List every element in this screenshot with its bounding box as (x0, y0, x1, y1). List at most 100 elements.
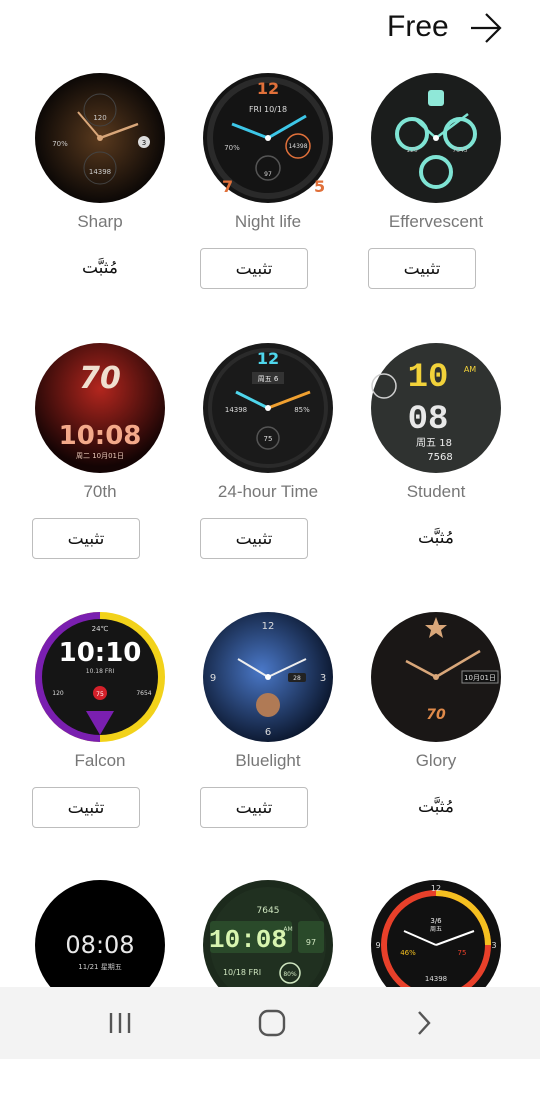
face-text: 10:08 (209, 925, 287, 955)
watch-face-card[interactable]: 12 7 5 FRI 10/18 70% 14398 97 Night life… (184, 72, 352, 312)
face-text: 7645 (257, 906, 280, 916)
face-text: 75 (264, 435, 273, 443)
face-text: 97 (306, 938, 316, 947)
watch-face-card[interactable]: 120 70% 3 14398 Sharp مُثبَّت (16, 72, 184, 312)
watch-face-preview[interactable]: 10 08 AM 周五 18 7568 (370, 342, 502, 474)
face-text: 08:08 (65, 931, 134, 959)
watch-face-name: Night life (234, 212, 302, 231)
face-text: 周二 10月01日 (76, 452, 124, 460)
watch-face-name: Sharp (77, 212, 123, 231)
install-button[interactable]: تثبيت (200, 787, 308, 828)
face-text: 70% (52, 140, 68, 148)
watch-face-preview[interactable]: 12 7 5 FRI 10/18 70% 14398 97 (202, 72, 334, 204)
recent-apps-icon (109, 1013, 131, 1033)
face-text: 14398 (288, 143, 307, 150)
face-text: AM (283, 926, 292, 933)
arrow-right-icon[interactable] (469, 12, 503, 44)
watch-face-card[interactable]: 10 08 AM 周五 18 7568 Student مُثبَّت (352, 342, 520, 582)
face-text: 周五 18 (416, 437, 452, 449)
watch-face-preview[interactable]: 12 3 6 9 28 (202, 611, 334, 743)
face-text: 12 (431, 884, 441, 893)
face-text: 75 (458, 949, 467, 957)
face-text: FRI 10/18 (249, 105, 287, 114)
face-text: 周五 6 (258, 375, 279, 383)
watch-face-preview[interactable]: 70 10:08 周二 10月01日 (34, 342, 166, 474)
face-text: 46% (400, 949, 416, 957)
face-text: 120 (93, 114, 106, 122)
watch-face-name: 70th (83, 482, 117, 501)
face-text: 10 (408, 359, 449, 397)
install-button[interactable]: تثبيت (32, 787, 140, 828)
install-button[interactable]: تثبيت (200, 248, 308, 289)
face-text: 70 (426, 707, 446, 723)
face-text: 97 (264, 171, 272, 178)
watch-face-name: Bluelight (235, 751, 301, 770)
face-text: 120 (52, 690, 64, 697)
face-text: 12 (257, 349, 279, 368)
face-text: 14398 (89, 168, 111, 176)
watch-face-card[interactable]: 120 7645 Effervescent تثبيت (352, 72, 520, 312)
watch-face-preview[interactable]: 10月01日 70 (370, 611, 502, 743)
install-button[interactable]: تثبيت (200, 518, 308, 559)
installed-label: مُثبَّت (417, 528, 455, 548)
watch-face-preview[interactable]: 120 7645 (370, 72, 502, 204)
face-text: 75 (96, 691, 104, 698)
watch-face-card[interactable]: 10月01日 70 Glory مُثبَّت (352, 611, 520, 851)
watch-face-card[interactable]: 70 10:08 周二 10月01日 70th تثبيت (16, 342, 184, 582)
watch-face-name: Effervescent (388, 212, 484, 231)
face-text: 28 (293, 675, 301, 682)
watch-face-preview[interactable]: 24℃ 10:10 10.18 FRI 120 75 7654 (34, 611, 166, 743)
face-text: 10月01日 (464, 674, 496, 682)
face-text: 3/6 (430, 917, 442, 925)
face-text: 3 (320, 673, 326, 684)
face-text: 24℃ (92, 625, 109, 633)
face-text: 周五 (430, 926, 442, 933)
back-button[interactable] (364, 987, 484, 1059)
watch-face-card[interactable]: 24℃ 10:10 10.18 FRI 120 75 7654 Falcon ت… (16, 611, 184, 851)
face-text: 6 (265, 727, 271, 738)
face-text: 9 (375, 941, 380, 950)
install-button[interactable]: تثبيت (368, 248, 476, 289)
install-button[interactable]: تثبيت (32, 518, 140, 559)
watch-face-card[interactable]: 12 周五 6 14398 85% 75 24-hour Time تثبيت (184, 342, 352, 582)
face-text: 120 (406, 147, 418, 154)
home-button[interactable] (212, 987, 332, 1059)
watch-face-name: 24-hour Time (217, 482, 319, 501)
face-text: 10:08 (59, 421, 142, 451)
face-text: 85% (294, 406, 310, 414)
face-text: 70 (79, 361, 121, 396)
face-text: 10:10 (59, 638, 142, 668)
face-text: 10/18 FRI (223, 968, 261, 977)
watch-face-preview[interactable]: 12 周五 6 14398 85% 75 (202, 342, 334, 474)
svg-text:12: 12 (257, 79, 279, 98)
face-text: 14398 (225, 406, 247, 414)
face-text: 14398 (425, 975, 447, 983)
installed-label: مُثبَّت (417, 797, 455, 817)
recent-apps-button[interactable] (60, 987, 180, 1059)
watch-face-name: Glory (415, 751, 457, 770)
face-text: 11/21 星期五 (78, 963, 121, 971)
face-text: 3 (142, 139, 146, 147)
face-text: 08 (408, 401, 449, 439)
watch-face-card[interactable]: 12 3 6 9 28 Bluelight تثبيت (184, 611, 352, 851)
face-text: 7568 (427, 452, 452, 463)
watch-face-preview[interactable]: 120 70% 3 14398 (34, 72, 166, 204)
watch-face-name: Student (406, 482, 466, 501)
header: Free (0, 0, 540, 60)
back-icon (418, 1011, 431, 1035)
face-text: 9 (210, 673, 216, 684)
face-text: 7654 (136, 690, 151, 697)
svg-text:5: 5 (314, 177, 325, 196)
face-text: 80% (283, 971, 297, 978)
face-text: 7645 (452, 147, 467, 154)
free-label[interactable]: Free (387, 10, 449, 44)
face-text: 12 (262, 621, 275, 632)
installed-label: مُثبَّت (81, 258, 119, 278)
navigation-bar (0, 987, 540, 1059)
watch-face-name: Falcon (74, 751, 126, 770)
face-text: 10.18 FRI (86, 668, 115, 675)
face-text: 3 (491, 941, 496, 950)
svg-text:7: 7 (222, 177, 233, 196)
face-text: 70% (224, 144, 240, 152)
home-icon (258, 1009, 286, 1037)
